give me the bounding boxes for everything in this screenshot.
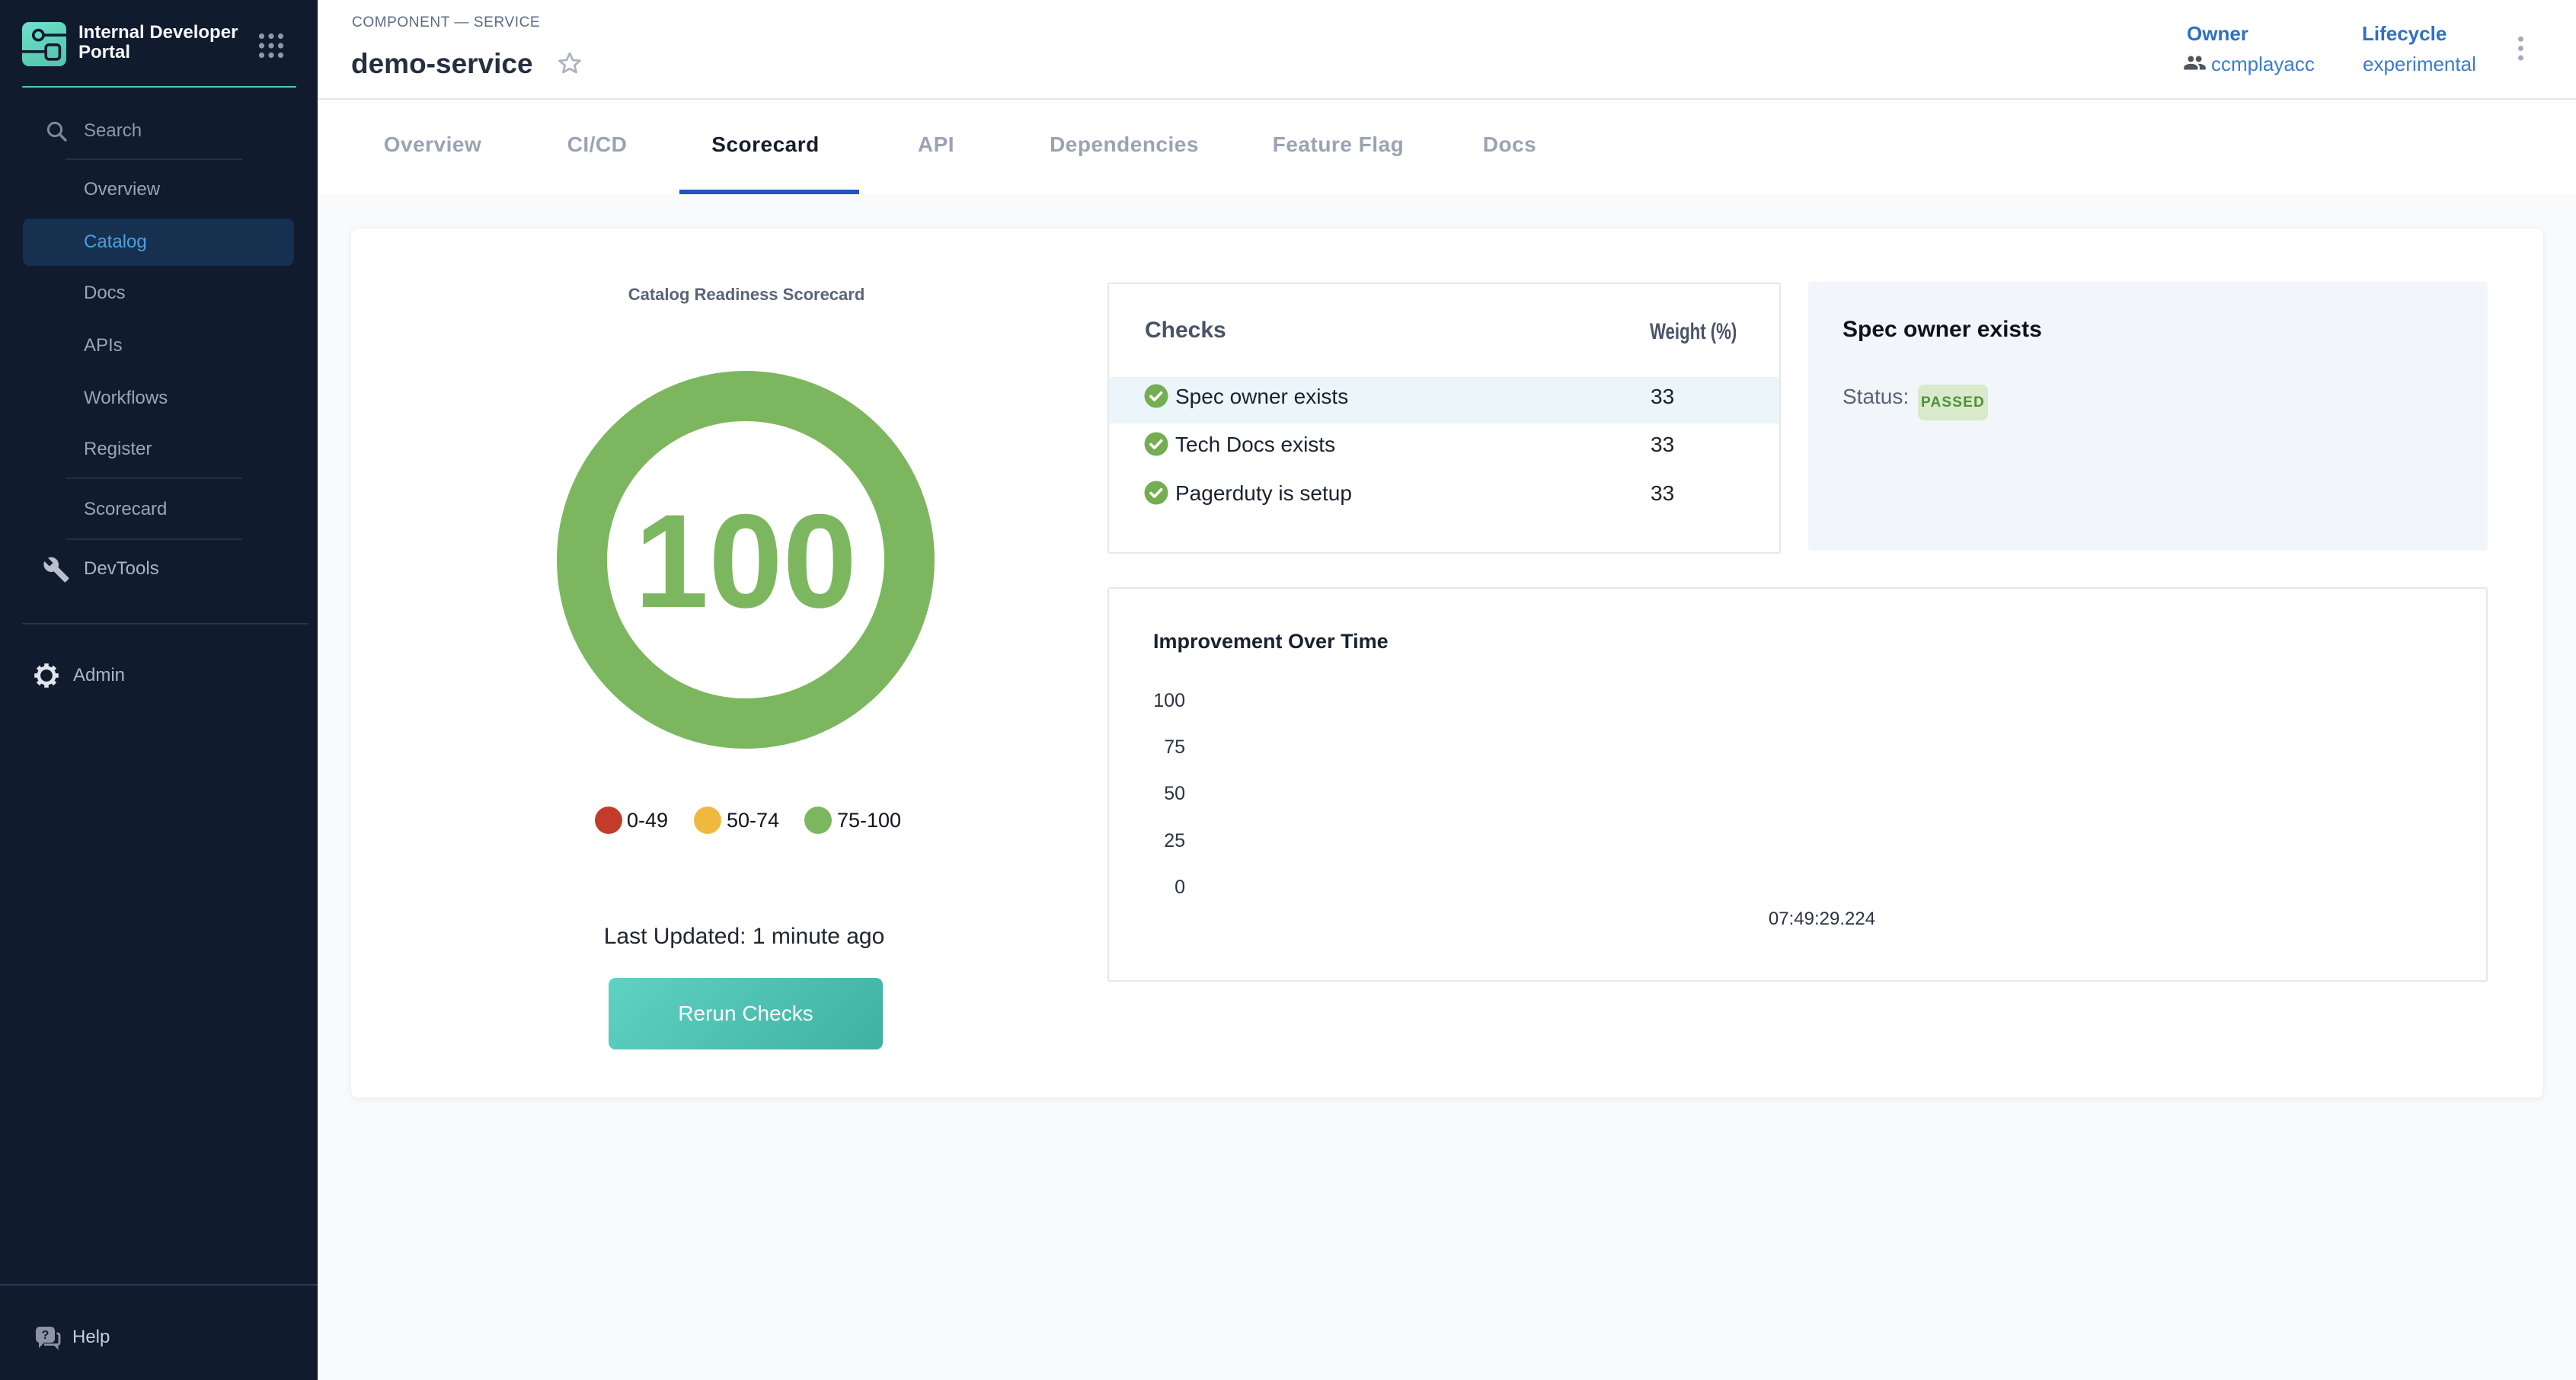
svg-text:100: 100 — [634, 487, 857, 636]
svg-text:?: ? — [42, 1329, 50, 1342]
